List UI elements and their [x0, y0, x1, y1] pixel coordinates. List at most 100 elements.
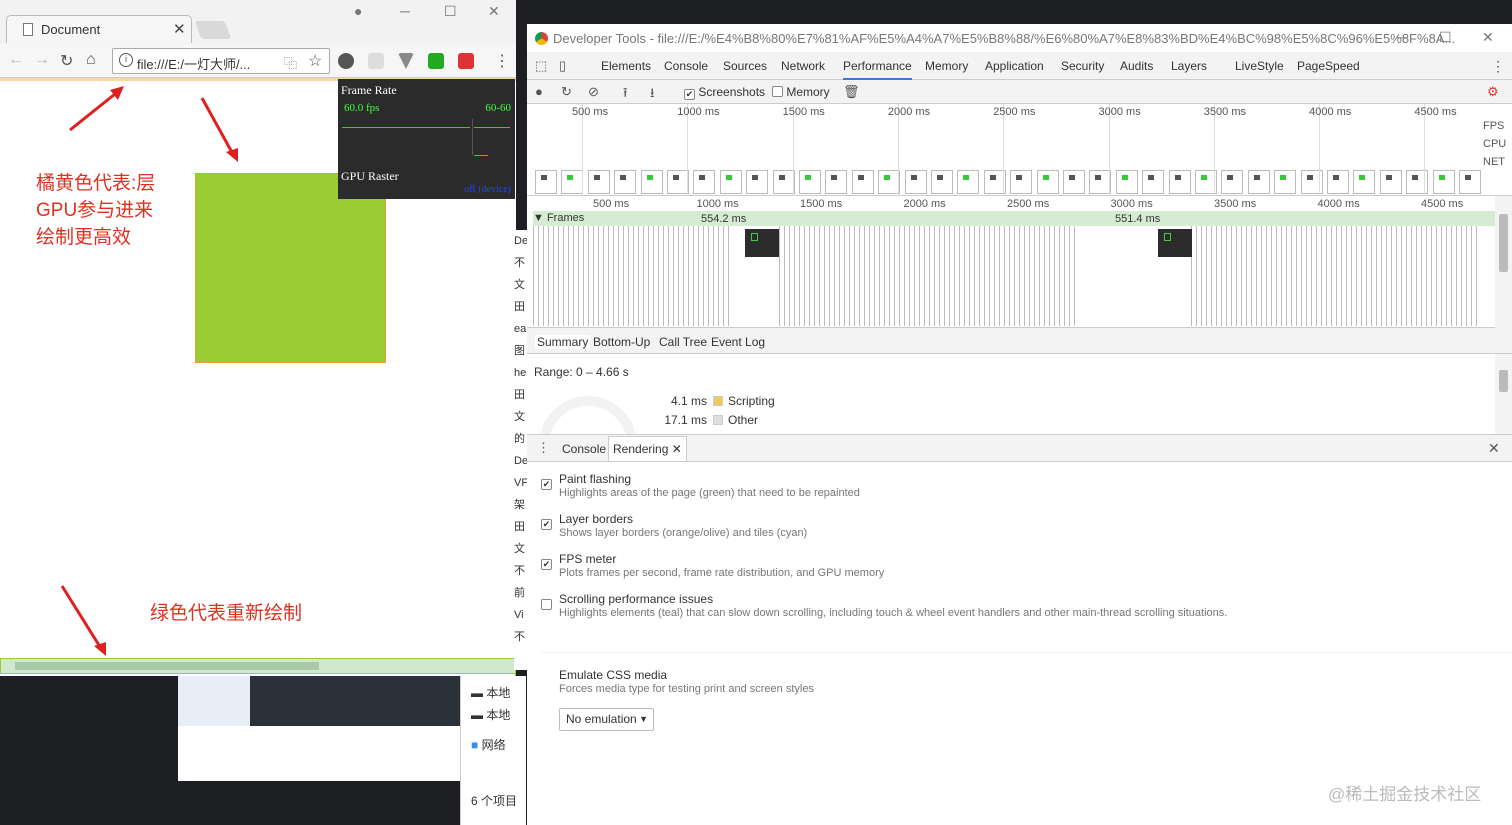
extension-icon[interactable]	[458, 53, 474, 69]
reload-icon[interactable]: ↻	[60, 51, 73, 71]
checkbox-checked[interactable]: ✔	[541, 519, 552, 530]
close-tab-icon[interactable]: ✕	[672, 442, 682, 456]
maximize-button[interactable]: ☐	[1439, 29, 1452, 46]
tab-summary[interactable]: Summary	[535, 335, 591, 349]
menu-icon[interactable]: ⋮	[494, 51, 510, 71]
tab-elements[interactable]: Elements	[601, 59, 651, 73]
tab-call-tree[interactable]: Call Tree	[659, 335, 707, 349]
extension-icon[interactable]	[338, 53, 354, 69]
screenshot-thumb[interactable]	[825, 170, 848, 194]
explorer-item[interactable]: ■ 网络	[471, 736, 506, 753]
close-button[interactable]: ✕	[1482, 29, 1494, 46]
vertical-scrollbar[interactable]	[1495, 354, 1512, 434]
tab-bottom-up[interactable]: Bottom-Up	[593, 335, 650, 349]
screenshot-thumb[interactable]	[1010, 170, 1033, 194]
screenshot-thumb[interactable]	[561, 170, 584, 194]
checkbox-unchecked[interactable]	[772, 86, 783, 97]
extension-icon[interactable]	[368, 53, 384, 69]
translate-icon[interactable]: ⿻	[284, 53, 297, 72]
screenshot-thumb[interactable]	[1247, 170, 1270, 194]
save-profile-icon[interactable]: ⭳	[650, 84, 655, 106]
maximize-button[interactable]: ☐	[444, 3, 457, 20]
screenshot-thumb[interactable]	[1432, 170, 1455, 194]
frame-screenshot[interactable]	[1158, 229, 1192, 257]
tab-rendering[interactable]: Rendering ✕	[608, 436, 687, 461]
tab-document[interactable]: Document ✕	[6, 15, 192, 43]
screenshot-thumb[interactable]	[904, 170, 927, 194]
tab-layers[interactable]: Layers	[1171, 59, 1207, 73]
vertical-scrollbar[interactable]	[1495, 196, 1512, 328]
tab-performance[interactable]: Performance	[843, 59, 912, 80]
screenshot-thumb[interactable]	[1379, 170, 1402, 194]
screenshot-thumb[interactable]	[1353, 170, 1376, 194]
screenshot-thumb[interactable]	[1142, 170, 1165, 194]
tab-livestyle[interactable]: LiveStyle	[1235, 59, 1284, 73]
screenshot-thumb[interactable]	[746, 170, 769, 194]
screenshot-thumb[interactable]	[1168, 170, 1191, 194]
close-drawer-icon[interactable]: ✕	[1488, 440, 1500, 457]
scroll-thumb[interactable]	[1499, 214, 1508, 272]
checkbox-checked[interactable]: ✔	[541, 479, 552, 490]
tab-console[interactable]: Console	[664, 59, 708, 73]
info-icon[interactable]: i	[119, 53, 133, 67]
minimize-button[interactable]: ─	[400, 3, 410, 19]
frames-panel[interactable]: ▼ Frames 554.2 ms 551.4 ms 500 ms 1000 ms…	[527, 196, 1495, 328]
screenshot-thumb[interactable]	[693, 170, 716, 194]
device-toolbar-icon[interactable]: ▯	[559, 58, 566, 74]
trash-icon[interactable]: 🗑	[843, 84, 860, 100]
tab-memory[interactable]: Memory	[925, 59, 968, 73]
screenshot-thumb[interactable]	[851, 170, 874, 194]
screenshot-thumb[interactable]	[1063, 170, 1085, 194]
memory-checkbox[interactable]: Memory	[772, 85, 830, 99]
screenshot-thumb[interactable]	[799, 170, 821, 194]
scroll-thumb[interactable]	[1499, 370, 1508, 392]
extension-icon[interactable]	[428, 53, 444, 69]
reload-record-icon[interactable]: ↻	[561, 84, 572, 100]
screenshot-thumb[interactable]	[640, 170, 663, 194]
minimize-button[interactable]: ─	[1397, 29, 1407, 45]
screenshot-thumb[interactable]	[719, 170, 742, 194]
screenshot-thumb[interactable]	[1221, 170, 1244, 194]
home-icon[interactable]: ⌂	[86, 51, 96, 69]
star-icon[interactable]: ☆	[308, 51, 322, 71]
tab-network[interactable]: Network	[781, 59, 825, 73]
screenshot-thumb[interactable]	[535, 170, 557, 194]
screenshot-thumb[interactable]	[931, 170, 953, 194]
explorer-item[interactable]: ▬ 本地	[471, 706, 510, 723]
screenshot-thumb[interactable]	[614, 170, 637, 194]
screenshot-thumb[interactable]	[878, 170, 901, 194]
forward-icon[interactable]: →	[34, 51, 50, 69]
screenshot-thumb[interactable]	[667, 170, 689, 194]
tab-console-drawer[interactable]: Console	[562, 442, 606, 456]
settings-gear-icon[interactable]: ⚙	[1487, 84, 1499, 100]
tab-application[interactable]: Application	[985, 59, 1044, 73]
back-icon[interactable]: ←	[8, 51, 24, 69]
new-tab-button[interactable]	[194, 21, 232, 39]
clear-icon[interactable]: ⊘	[588, 84, 599, 100]
tab-event-log[interactable]: Event Log	[711, 335, 765, 349]
record-icon[interactable]: ●	[535, 84, 543, 99]
screenshot-thumb[interactable]	[1459, 170, 1481, 194]
screenshot-thumb[interactable]	[772, 170, 795, 194]
drawer-menu-icon[interactable]: ⋮	[537, 440, 550, 456]
horizontal-scrollbar[interactable]	[0, 658, 516, 674]
tab-sources[interactable]: Sources	[723, 59, 767, 73]
tab-pagespeed[interactable]: PageSpeed	[1297, 59, 1360, 73]
close-tab-icon[interactable]: ✕	[173, 20, 186, 38]
address-bar[interactable]: i file:///E:/一灯大师/...	[112, 48, 330, 74]
scroll-thumb[interactable]	[15, 662, 319, 670]
devtools-menu-icon[interactable]: ⋮	[1491, 58, 1505, 75]
checkbox-unchecked[interactable]	[541, 599, 552, 610]
checkbox-checked[interactable]: ✔	[541, 559, 552, 570]
frame-screenshot[interactable]	[745, 229, 779, 257]
tab-audits[interactable]: Audits	[1120, 59, 1153, 73]
tab-security[interactable]: Security	[1061, 59, 1104, 73]
close-button[interactable]: ✕	[488, 3, 500, 20]
profile-icon[interactable]: ●	[354, 3, 362, 19]
screenshot-thumb[interactable]	[1115, 170, 1138, 194]
screenshot-thumb[interactable]	[1274, 170, 1297, 194]
load-profile-icon[interactable]: ⭱	[623, 84, 628, 106]
extension-icon[interactable]	[398, 53, 414, 69]
timeline-overview[interactable]: 500 ms 1000 ms 1500 ms 2000 ms 2500 ms 3000 m…	[527, 104, 1512, 230]
checkbox-checked[interactable]: ✔	[684, 89, 695, 100]
